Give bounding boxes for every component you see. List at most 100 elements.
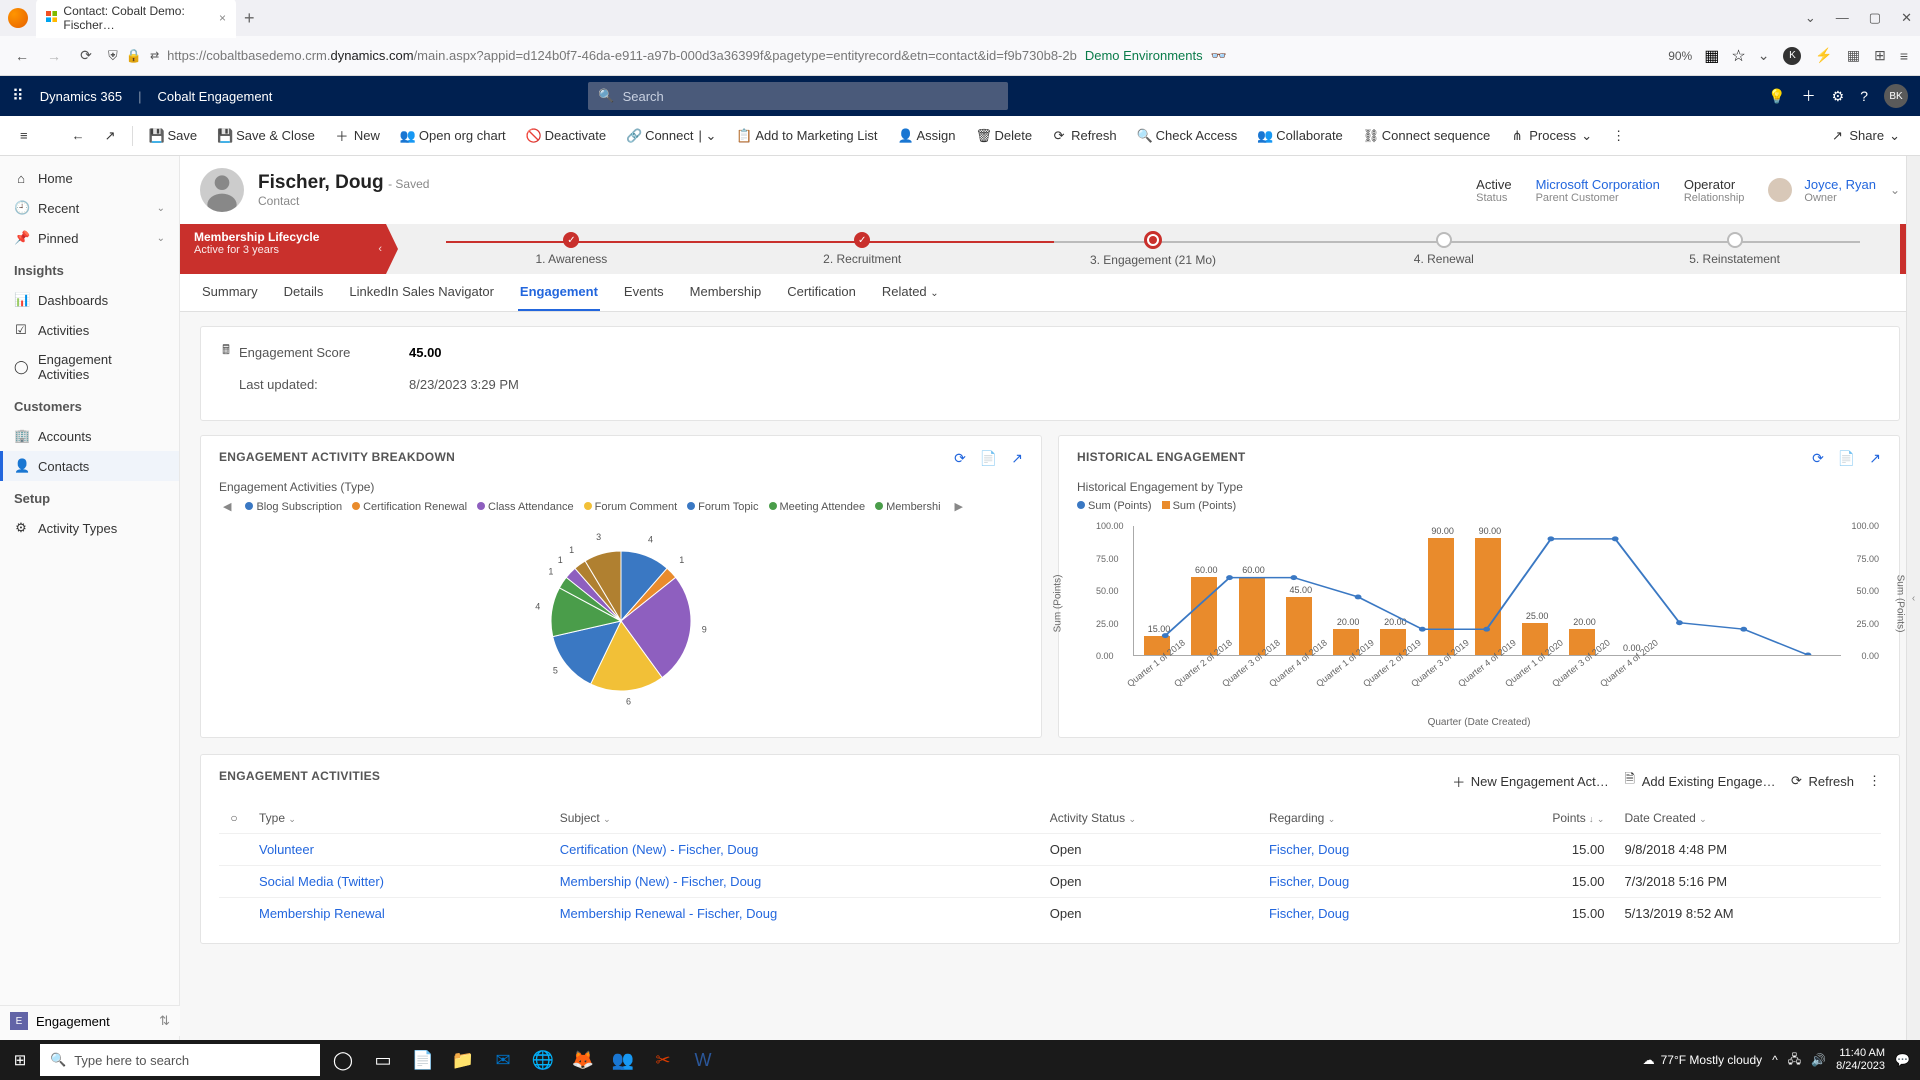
table-row[interactable]: Social Media (Twitter)Membership (New) -…	[219, 866, 1881, 898]
taskbar-app-firefox-icon[interactable]: 🦊	[566, 1043, 600, 1077]
qr-icon[interactable]: ▦	[1704, 46, 1719, 66]
stage-awareness[interactable]: ✓1. Awareness	[426, 232, 717, 266]
extension-icon[interactable]: ⊞	[1874, 47, 1886, 64]
window-close-icon[interactable]: ✕	[1901, 10, 1912, 26]
legend-next-icon[interactable]: ▶	[951, 500, 967, 513]
collaborate-button[interactable]: 👥Collaborate	[1249, 124, 1351, 148]
assign-button[interactable]: 👤Assign	[890, 124, 964, 148]
column-header[interactable]: Regarding ⌄	[1259, 803, 1466, 834]
check-access-button[interactable]: 🔍Check Access	[1129, 124, 1246, 148]
bar-item[interactable]	[1239, 577, 1265, 655]
window-dropdown-icon[interactable]: ⌄	[1805, 10, 1816, 26]
area-switcher[interactable]: E Engagement ⇅	[0, 1005, 180, 1036]
cell-type[interactable]: Volunteer	[249, 834, 550, 866]
cell-regarding[interactable]: Fischer, Doug	[1259, 866, 1466, 898]
bar-item[interactable]	[1428, 538, 1454, 655]
connect-button[interactable]: 🔗Connect | ⌄	[618, 124, 724, 148]
contact-avatar[interactable]	[200, 168, 244, 212]
tray-network-icon[interactable]: 🖧	[1788, 1050, 1801, 1071]
column-header[interactable]: Type ⌄	[249, 803, 550, 834]
taskbar-app-snip-icon[interactable]: ✂	[646, 1043, 680, 1077]
process-button[interactable]: ⋔Process ⌄	[1502, 124, 1600, 148]
help-icon[interactable]: ?	[1860, 88, 1868, 104]
new-tab-button[interactable]: +	[244, 8, 255, 29]
nav-back-icon[interactable]: ←	[12, 48, 32, 64]
cortana-icon[interactable]: ◯	[326, 1043, 360, 1077]
select-all-checkbox[interactable]: ○	[219, 803, 249, 834]
window-maximize-icon[interactable]: ▢	[1869, 10, 1881, 26]
sidebar-engagement-activities[interactable]: ◯Engagement Activities	[0, 345, 179, 389]
stage-reinstatement[interactable]: 5. Reinstatement	[1589, 232, 1880, 266]
sidebar-recent[interactable]: 🕘Recent⌄	[0, 193, 179, 223]
cell-subject[interactable]: Membership (New) - Fischer, Doug	[550, 866, 1040, 898]
task-view-icon[interactable]: ▭	[366, 1043, 400, 1077]
new-button[interactable]: ＋New	[327, 122, 388, 149]
taskbar-weather[interactable]: ☁ 77°F Mostly cloudy	[1643, 1053, 1763, 1067]
taskbar-app-teams-icon[interactable]: 👥	[606, 1043, 640, 1077]
taskbar-app-outlook-icon[interactable]: ✉	[486, 1043, 520, 1077]
row-checkbox[interactable]	[219, 898, 249, 930]
sidebar-activities[interactable]: ☑Activities	[0, 315, 179, 345]
taskbar-app-word2-icon[interactable]: W	[686, 1043, 720, 1077]
bar-item[interactable]	[1286, 597, 1312, 656]
column-header[interactable]: Date Created ⌄	[1614, 803, 1881, 834]
deactivate-button[interactable]: 🚫Deactivate	[518, 124, 614, 148]
window-minimize-icon[interactable]: —	[1836, 10, 1849, 26]
stage-renewal[interactable]: 4. Renewal	[1298, 232, 1589, 266]
connect-sequence-button[interactable]: ⛓Connect sequence	[1355, 124, 1498, 148]
tab-summary[interactable]: Summary	[200, 274, 260, 311]
grid-refresh-button[interactable]: ⟳Refresh	[1789, 773, 1854, 789]
bar-item[interactable]	[1475, 538, 1501, 655]
sidebar-pinned[interactable]: 📌Pinned⌄	[0, 223, 179, 253]
row-checkbox[interactable]	[219, 866, 249, 898]
menu-icon[interactable]: ≡	[1900, 48, 1908, 64]
tray-chevron-icon[interactable]: ^	[1772, 1053, 1778, 1067]
cell-type[interactable]: Membership Renewal	[249, 898, 550, 930]
table-row[interactable]: Membership RenewalMembership Renewal - F…	[219, 898, 1881, 930]
column-header[interactable]: Points ↓ ⌄	[1466, 803, 1615, 834]
address-bar[interactable]: ⛨ 🔒 ⇄ https://cobaltbasedemo.crm.dynamic…	[108, 48, 1656, 64]
sidebar-home[interactable]: ⌂Home	[0, 164, 179, 193]
sidebar-accounts[interactable]: 🏢Accounts	[0, 421, 179, 451]
grid-overflow-button[interactable]: ⋮	[1868, 773, 1881, 789]
bar-item[interactable]	[1191, 577, 1217, 655]
overflow-button[interactable]: ⋮	[1604, 124, 1633, 148]
refresh-chart-icon[interactable]: ⟳	[1812, 450, 1824, 467]
bolt-icon[interactable]: ⚡	[1815, 47, 1832, 64]
sidebar-activity-types[interactable]: ⚙Activity Types	[0, 513, 179, 543]
lightbulb-icon[interactable]: 💡	[1768, 88, 1785, 105]
side-panel-toggle[interactable]: ‹	[1906, 156, 1920, 1040]
add-marketing-button[interactable]: 📋Add to Marketing List	[728, 124, 885, 148]
tab-related[interactable]: Related ⌄	[880, 274, 941, 311]
tab-certification[interactable]: Certification	[785, 274, 858, 311]
refresh-chart-icon[interactable]: ⟳	[954, 450, 966, 467]
collapse-icon[interactable]: ‹	[378, 243, 382, 255]
stage-engagement[interactable]: 3. Engagement (21 Mo)	[1008, 231, 1299, 267]
start-button[interactable]: ⊞	[0, 1051, 40, 1069]
bookmark-icon[interactable]: ☆	[1731, 46, 1745, 66]
apps-icon[interactable]: ▦	[1847, 47, 1860, 64]
new-activity-button[interactable]: ＋New Engagement Act…	[1452, 772, 1609, 791]
app-launcher-icon[interactable]: ⠿	[12, 86, 24, 106]
taskbar-app-chrome-icon[interactable]: 🌐	[526, 1043, 560, 1077]
tab-events[interactable]: Events	[622, 274, 666, 311]
global-search[interactable]: 🔍 Search	[588, 82, 1008, 110]
cell-type[interactable]: Social Media (Twitter)	[249, 866, 550, 898]
delete-button[interactable]: 🗑Delete	[968, 124, 1041, 148]
tab-linkedin-sales-navigator[interactable]: LinkedIn Sales Navigator	[347, 274, 496, 311]
notifications-icon[interactable]: 💬	[1895, 1053, 1910, 1067]
refresh-button[interactable]: ⟳Refresh	[1044, 124, 1125, 148]
tab-details[interactable]: Details	[282, 274, 326, 311]
open-org-chart-button[interactable]: 👥Open org chart	[392, 124, 514, 148]
environment-badge[interactable]: Demo Environments	[1085, 48, 1203, 63]
nav-reload-icon[interactable]: ⟳	[76, 47, 96, 64]
save-close-button[interactable]: 💾Save & Close	[209, 124, 323, 148]
open-new-window-icon[interactable]: ↗	[97, 124, 124, 148]
row-checkbox[interactable]	[219, 834, 249, 866]
add-existing-button[interactable]: 🗎Add Existing Engage…	[1623, 770, 1776, 792]
table-row[interactable]: VolunteerCertification (New) - Fischer, …	[219, 834, 1881, 866]
taskbar-app-explorer-icon[interactable]: 📁	[446, 1043, 480, 1077]
close-tab-icon[interactable]: ×	[219, 11, 226, 25]
sidebar-contacts[interactable]: 👤Contacts	[0, 451, 179, 481]
legend-prev-icon[interactable]: ◀	[219, 500, 235, 513]
